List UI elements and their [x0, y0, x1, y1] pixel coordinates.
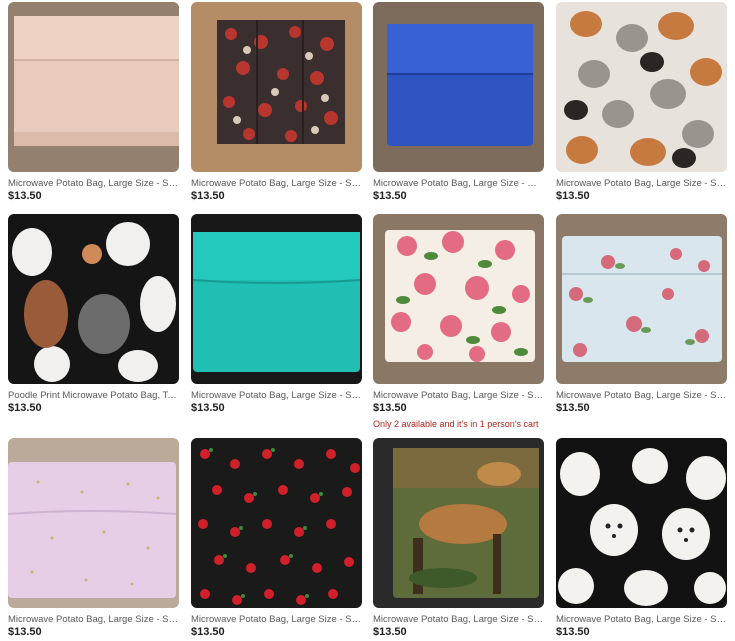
listing-image[interactable] — [556, 438, 727, 608]
listing-title[interactable]: Microwave Potato Bag, Large Size - Mi... — [373, 178, 544, 189]
listing-image[interactable] — [8, 2, 179, 172]
listing-card[interactable]: Microwave Potato Bag, Large Size - Sp...… — [191, 214, 362, 415]
listing-image[interactable] — [556, 2, 727, 172]
listing-card[interactable]: Microwave Potato Bag, Large Size - Solid… — [8, 2, 179, 203]
listing-price: $13.50 — [8, 626, 42, 638]
listing-image[interactable] — [373, 2, 544, 172]
listing-image[interactable] — [373, 214, 544, 384]
listing-card[interactable]: Microwave Potato Bag, Large Size - Sp...… — [556, 438, 727, 639]
listing-price: $13.50 — [191, 190, 225, 202]
listing-title[interactable]: Poodle Print Microwave Potato Bag, Tor..… — [8, 390, 179, 401]
listing-grid: Microwave Potato Bag, Large Size - Solid… — [0, 0, 735, 641]
listing-image[interactable] — [556, 214, 727, 384]
listing-price: $13.50 — [191, 626, 225, 638]
listing-image[interactable] — [191, 2, 362, 172]
listing-card[interactable]: Microwave Potato Bag, Large Size - Sp...… — [8, 438, 179, 639]
listing-price: $13.50 — [191, 402, 225, 414]
listing-title[interactable]: Microwave Potato Bag, Large Size - Sp... — [373, 390, 544, 401]
listing-title[interactable]: Microwave Potato Bag, Large Size - Solid — [8, 178, 179, 189]
listing-image[interactable] — [191, 214, 362, 384]
listing-title[interactable]: Microwave Potato Bag, Large Size - Sp... — [556, 390, 727, 401]
listing-price: $13.50 — [373, 190, 407, 202]
listing-price: $13.50 — [8, 402, 42, 414]
stock-warning: Only 2 available and it's in 1 person's … — [373, 419, 539, 429]
listing-card[interactable]: Microwave Potato Bag, Large Size - Sp...… — [373, 438, 544, 639]
listing-title[interactable]: Microwave Potato Bag, Large Size - Sp... — [556, 614, 727, 625]
listing-title[interactable]: Microwave Potato Bag, Large Size - Sp... — [191, 178, 362, 189]
listing-title[interactable]: Microwave Potato Bag, Large Size - Sp... — [556, 178, 727, 189]
listing-title[interactable]: Microwave Potato Bag, Large Size - Sp... — [373, 614, 544, 625]
listing-image[interactable] — [191, 438, 362, 608]
listing-price: $13.50 — [8, 190, 42, 202]
listing-title[interactable]: Microwave Potato Bag, Large Size - Sp... — [191, 390, 362, 401]
listing-price: $13.50 — [556, 626, 590, 638]
listing-card[interactable]: Microwave Potato Bag, Large Size - Sp...… — [191, 438, 362, 639]
listing-image[interactable] — [8, 438, 179, 608]
listing-card[interactable]: Microwave Potato Bag, Large Size - Sp...… — [191, 2, 362, 203]
listing-card[interactable]: Microwave Potato Bag, Large Size - Sp...… — [556, 214, 727, 415]
listing-card[interactable]: Microwave Potato Bag, Large Size - Sp...… — [373, 214, 544, 430]
listing-price: $13.50 — [556, 402, 590, 414]
listing-title[interactable]: Microwave Potato Bag, Large Size - Sp... — [191, 614, 362, 625]
listing-image[interactable] — [8, 214, 179, 384]
listing-price: $13.50 — [373, 402, 407, 414]
listing-card[interactable]: Microwave Potato Bag, Large Size - Sp...… — [556, 2, 727, 203]
listing-price: $13.50 — [556, 190, 590, 202]
listing-card[interactable]: Microwave Potato Bag, Large Size - Mi...… — [373, 2, 544, 203]
listing-price: $13.50 — [373, 626, 407, 638]
listing-image[interactable] — [373, 438, 544, 608]
listing-title[interactable]: Microwave Potato Bag, Large Size - Sp... — [8, 614, 179, 625]
listing-card[interactable]: Poodle Print Microwave Potato Bag, Tor..… — [8, 214, 179, 415]
